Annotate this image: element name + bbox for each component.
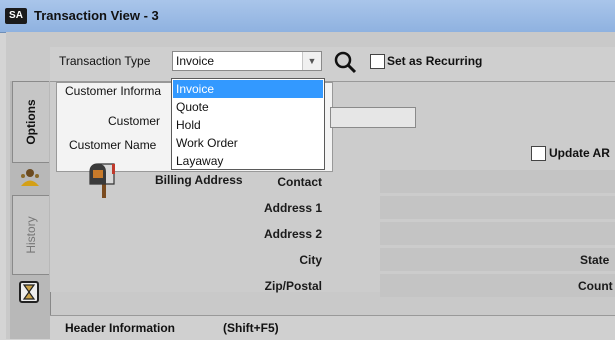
header-information-label: Header Information bbox=[65, 321, 176, 335]
tab-options[interactable]: Options bbox=[12, 81, 49, 163]
option-work-order[interactable]: Work Order bbox=[173, 134, 323, 152]
billing-address-label: Billing Address bbox=[155, 173, 243, 187]
customer-name-label: Customer Name bbox=[69, 138, 157, 152]
mailbox-icon[interactable] bbox=[84, 160, 124, 200]
contact-field[interactable] bbox=[380, 170, 615, 193]
transaction-type-label: Transaction Type bbox=[59, 54, 151, 68]
contact-label: Contact bbox=[277, 175, 322, 189]
set-as-recurring-label[interactable]: Set as Recurring bbox=[387, 54, 482, 68]
customer-input[interactable] bbox=[330, 107, 416, 128]
tab-history-label: History bbox=[24, 216, 38, 254]
state-label: State bbox=[580, 253, 610, 267]
city-label: City bbox=[299, 253, 322, 267]
tab-history[interactable]: History bbox=[12, 195, 49, 275]
transaction-type-value: Invoice bbox=[176, 54, 215, 68]
chevron-down-icon[interactable]: ▼ bbox=[302, 52, 321, 70]
country-label: Count bbox=[578, 279, 613, 293]
customer-information-label: Customer Informa bbox=[65, 84, 162, 98]
option-hold[interactable]: Hold bbox=[173, 116, 323, 134]
set-as-recurring-checkbox[interactable] bbox=[370, 54, 385, 69]
customer-label: Customer bbox=[108, 114, 161, 128]
option-invoice[interactable]: Invoice bbox=[173, 80, 323, 98]
update-ar-checkbox[interactable] bbox=[531, 146, 546, 161]
address2-field[interactable] bbox=[380, 222, 615, 245]
tab-options-label: Options bbox=[24, 99, 38, 145]
option-quote[interactable]: Quote bbox=[173, 98, 323, 116]
side-tab-strip: Options History bbox=[10, 81, 51, 339]
options-user-icon[interactable] bbox=[18, 167, 42, 187]
update-ar-label[interactable]: Update AR bbox=[549, 146, 610, 160]
address1-field[interactable] bbox=[380, 196, 615, 219]
window-title: Transaction View - 3 bbox=[34, 8, 159, 23]
address2-label: Address 2 bbox=[263, 227, 322, 241]
option-layaway[interactable]: Layaway bbox=[173, 152, 323, 170]
header-shortcut-label: (Shift+F5) bbox=[223, 321, 279, 335]
app-logo-icon: SA bbox=[5, 8, 27, 24]
search-icon[interactable] bbox=[333, 50, 357, 74]
hourglass-icon[interactable] bbox=[19, 281, 39, 303]
zip-postal-label: Zip/Postal bbox=[264, 279, 322, 293]
transaction-type-dropdown-list[interactable]: Invoice Quote Hold Work Order Layaway bbox=[171, 78, 325, 170]
address1-label: Address 1 bbox=[263, 201, 322, 215]
transaction-type-select[interactable]: Invoice ▼ bbox=[172, 51, 322, 71]
